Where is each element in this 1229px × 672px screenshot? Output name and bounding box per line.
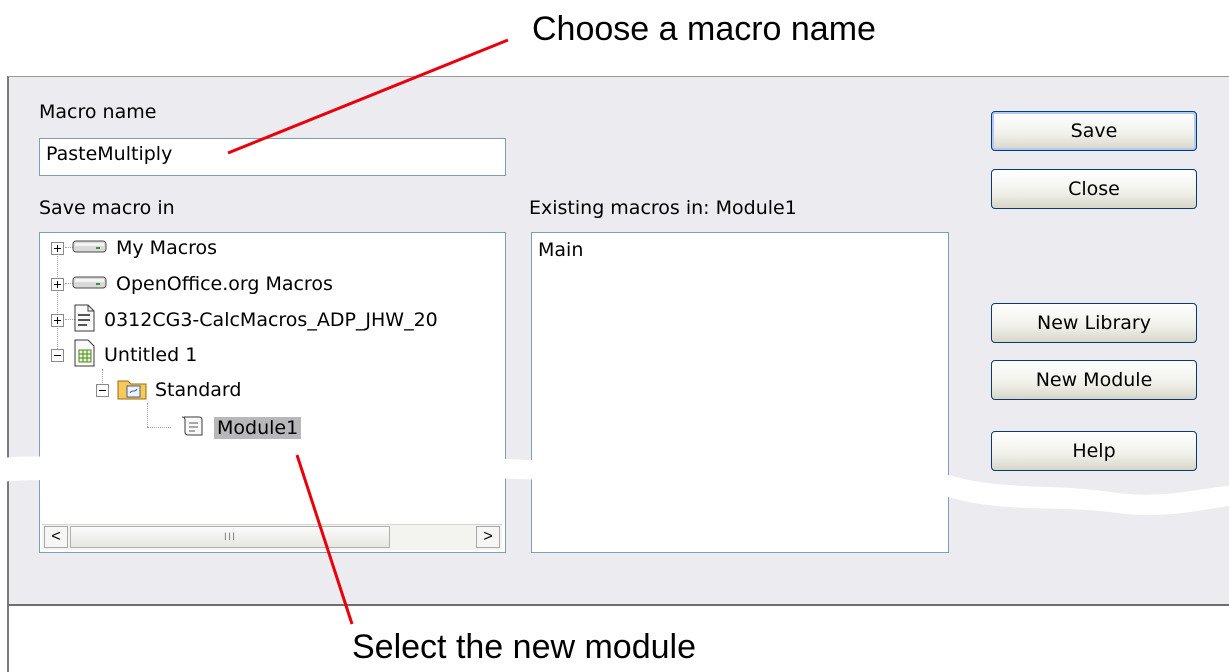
drive-icon bbox=[72, 237, 108, 259]
tree-item-openoffice-macros[interactable]: OpenOffice.org Macros bbox=[51, 269, 333, 299]
help-button[interactable]: Help bbox=[991, 431, 1197, 471]
expand-icon[interactable] bbox=[51, 277, 64, 291]
tree-item-untitled-1[interactable]: Untitled 1 bbox=[51, 339, 198, 372]
tree-item-label: Standard bbox=[155, 379, 242, 401]
save-macro-in-label: Save macro in bbox=[39, 197, 175, 219]
existing-macros-list[interactable]: Main bbox=[531, 232, 949, 553]
scroll-left-icon[interactable]: < bbox=[44, 526, 68, 548]
expand-icon[interactable] bbox=[51, 241, 64, 255]
tree-connector bbox=[147, 427, 171, 428]
macro-name-label: Macro name bbox=[39, 101, 157, 123]
new-library-button-label: New Library bbox=[1037, 312, 1151, 334]
module-scroll-icon bbox=[180, 414, 206, 443]
existing-macros-label: Existing macros in: Module1 bbox=[529, 197, 797, 219]
horizontal-scrollbar[interactable]: < III > bbox=[42, 524, 502, 550]
tree-item-label: OpenOffice.org Macros bbox=[116, 273, 333, 295]
macro-library-tree[interactable]: My Macros OpenOffice.org Macros 0312CG3-… bbox=[39, 232, 506, 553]
tree-connector bbox=[147, 403, 148, 427]
tree-item-standard[interactable]: Standard bbox=[96, 375, 241, 405]
close-button[interactable]: Close bbox=[991, 169, 1197, 209]
tree-item-document[interactable]: 0312CG3-CalcMacros_ADP_JHW_20 bbox=[51, 304, 438, 337]
scroll-right-icon[interactable]: > bbox=[476, 526, 500, 548]
tree-item-my-macros[interactable]: My Macros bbox=[51, 233, 217, 263]
scroll-thumb[interactable]: III bbox=[70, 526, 390, 548]
drive-icon bbox=[72, 273, 108, 295]
tree-connector bbox=[57, 247, 58, 355]
tree-item-label: Untitled 1 bbox=[104, 344, 198, 366]
tree-item-label: My Macros bbox=[116, 237, 218, 259]
spreadsheet-icon bbox=[72, 339, 96, 372]
basic-macros-dialog: Macro name PasteMultiply Save macro in E… bbox=[7, 76, 1229, 606]
help-button-label: Help bbox=[1072, 440, 1116, 462]
tree-item-label: Module1 bbox=[214, 417, 302, 439]
callout-select-new-module: Select the new module bbox=[352, 628, 696, 666]
collapse-icon[interactable] bbox=[96, 383, 109, 397]
new-module-button[interactable]: New Module bbox=[991, 360, 1197, 400]
callout-choose-macro-name: Choose a macro name bbox=[532, 10, 876, 48]
tree-item-module1[interactable]: Module1 bbox=[180, 413, 302, 443]
save-button-label: Save bbox=[1070, 120, 1118, 142]
collapse-icon[interactable] bbox=[51, 348, 64, 362]
macro-name-input[interactable]: PasteMultiply bbox=[39, 138, 506, 176]
macro-list-item[interactable]: Main bbox=[538, 235, 583, 265]
document-icon bbox=[72, 304, 96, 337]
close-button-label: Close bbox=[1068, 178, 1120, 200]
tree-item-label: 0312CG3-CalcMacros_ADP_JHW_20 bbox=[104, 309, 438, 331]
frame-edge bbox=[7, 606, 9, 672]
save-button[interactable]: Save bbox=[991, 111, 1197, 151]
library-folder-icon bbox=[117, 376, 147, 405]
new-library-button[interactable]: New Library bbox=[991, 303, 1197, 343]
new-module-button-label: New Module bbox=[1035, 369, 1153, 391]
expand-icon[interactable] bbox=[51, 313, 64, 327]
